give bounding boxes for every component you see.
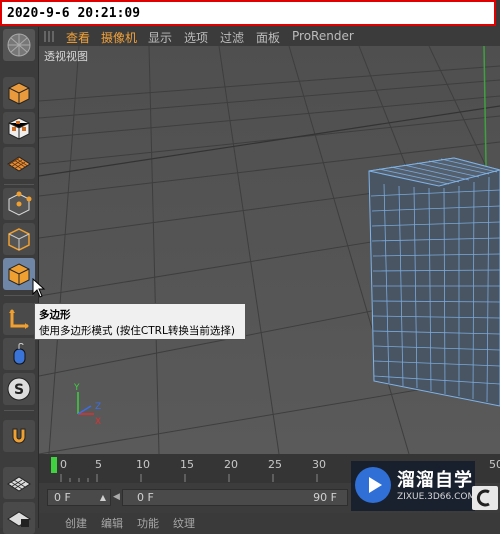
viewport-label: 透视视图 [44, 50, 88, 63]
tab-edit[interactable]: 编辑 [101, 515, 123, 531]
tab-function[interactable]: 功能 [137, 515, 159, 531]
range-end-value: 90 F [313, 491, 337, 504]
polygon-mode-icon[interactable] [3, 258, 35, 290]
mouse-cursor-icon [32, 278, 46, 298]
perspective-viewport[interactable]: Y Z X 透视视图 [39, 46, 500, 454]
play-logo-icon [355, 467, 391, 503]
grid-sphere-icon[interactable] [3, 29, 35, 61]
timeline-tick: 25 [268, 458, 282, 471]
timeline-tick: 5 [95, 458, 102, 471]
mouse-tool-icon[interactable] [3, 338, 35, 370]
tooltip-title: 多边形 [39, 309, 71, 321]
svg-text:Y: Y [73, 383, 80, 393]
range-left-arrow-icon[interactable]: ◀ [113, 492, 120, 502]
timeline-playhead[interactable] [51, 457, 57, 473]
undo-arrow-button[interactable] [472, 486, 498, 510]
tab-texture[interactable]: 纹理 [173, 515, 195, 531]
timeline-tick: 20 [224, 458, 238, 471]
svg-text:S: S [14, 382, 24, 398]
spinner-icon[interactable]: ▲ [100, 493, 106, 502]
polygon-cube-mesh [368, 157, 500, 407]
menu-camera[interactable]: 摄像机 [101, 29, 137, 46]
point-mode-icon[interactable] [3, 188, 35, 220]
toolbar-divider [4, 295, 34, 296]
grid-plane-icon[interactable] [3, 147, 35, 179]
edge-mode-icon[interactable] [3, 223, 35, 255]
watermark-site: ZIXUE.3D66.COM [397, 492, 476, 502]
toolbar-divider [4, 184, 34, 185]
watermark: 溜溜自学 ZIXUE.3D66.COM [351, 461, 475, 511]
toolbar-divider [4, 410, 34, 411]
current-frame-field[interactable]: 0 F ▲ [47, 489, 111, 506]
snap-s-icon[interactable]: S [3, 373, 35, 405]
timeline-tick: 0 [60, 458, 67, 471]
watermark-name: 溜溜自学 [397, 470, 473, 491]
timeline-tick: 10 [136, 458, 150, 471]
magnet-tool-icon[interactable] [3, 420, 35, 452]
grid-lock-icon[interactable] [3, 502, 35, 534]
range-start-value: 0 F [137, 491, 154, 504]
svg-text:X: X [95, 417, 101, 427]
axis-tool-icon[interactable] [3, 303, 35, 335]
menu-prorender[interactable]: ProRender [292, 29, 354, 43]
grip-icon [44, 31, 56, 42]
bottom-tabs: 创建 编辑 功能 纹理 [39, 513, 500, 531]
grid-lock-icon[interactable] [3, 467, 35, 499]
tooltip-description: 使用多边形模式 (按住CTRL转换当前选择) [39, 325, 235, 337]
menu-filter[interactable]: 过滤 [220, 29, 244, 46]
current-frame-value: 0 F [54, 491, 71, 504]
menu-panel[interactable]: 面板 [256, 29, 280, 46]
timeline-tick: 15 [180, 458, 194, 471]
cube-tool-icon[interactable] [3, 77, 35, 109]
viewport-menubar: 查看 摄像机 显示 选项 过滤 面板 ProRender [39, 27, 500, 46]
svg-text:Z: Z [95, 402, 101, 412]
checker-cube-icon[interactable] [3, 112, 35, 144]
tab-create[interactable]: 创建 [65, 515, 87, 531]
menu-display[interactable]: 显示 [148, 29, 172, 46]
frame-range-slider[interactable]: ◀ 0 F 90 F [113, 489, 348, 506]
tooltip: 多边形 使用多边形模式 (按住CTRL转换当前选择) [34, 303, 246, 340]
menu-view[interactable]: 查看 [66, 29, 90, 46]
timeline-tick: 30 [312, 458, 326, 471]
viewport-scene: Y Z X [39, 46, 500, 454]
timeline-tick: 50 [489, 458, 500, 471]
timestamp-text: 2020-9-6 20:21:09 [7, 6, 141, 21]
menu-options[interactable]: 选项 [184, 29, 208, 46]
timestamp-banner: 2020-9-6 20:21:09 [0, 0, 496, 26]
